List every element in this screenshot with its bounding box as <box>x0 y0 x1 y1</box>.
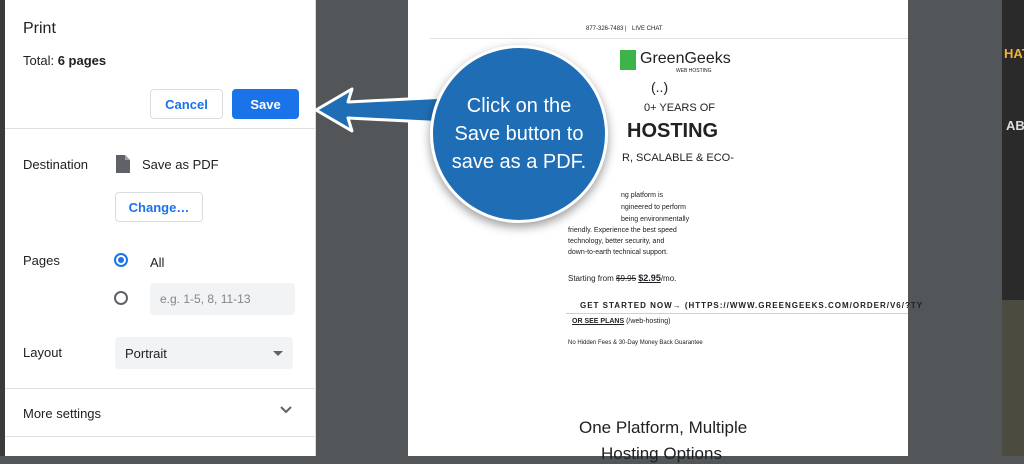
print-title: Print <box>23 20 56 37</box>
greengeeks-logo-text: GreenGeeks <box>640 50 731 67</box>
dots-glyph: (..) <box>651 79 669 95</box>
old-price: $9.95 <box>616 274 637 283</box>
background-image <box>1002 300 1024 456</box>
document-icon <box>116 155 130 173</box>
pages-all-label: All <box>150 255 165 270</box>
cancel-button[interactable]: Cancel <box>150 89 223 119</box>
total-value: 6 pages <box>57 53 107 68</box>
total-pages: Total: 6 pages <box>23 53 106 68</box>
guarantee-text: No Hidden Fees & 30-Day Money Back Guara… <box>568 340 703 346</box>
total-label: Total: <box>23 53 55 68</box>
tagline-text: R, SCALABLE & ECO- <box>622 152 734 164</box>
header-rule <box>430 38 908 39</box>
callout-bubble: Click on the Save button to save as a PD… <box>430 45 608 223</box>
greengeeks-logo-icon <box>620 50 636 70</box>
pages-label: Pages <box>23 253 60 268</box>
caret-down-icon <box>273 350 283 356</box>
pricing-line: Starting from $9.95 $2.95/mo. <box>568 273 676 283</box>
hosting-heading: HOSTING <box>627 120 719 142</box>
body-line-1: ng platform is <box>621 192 664 199</box>
web-hosting-link: (/web-hosting) <box>626 318 671 325</box>
layout-label: Layout <box>23 345 63 360</box>
phone-number: 877-326-7483 | <box>586 26 627 32</box>
pages-range-input[interactable] <box>150 283 295 315</box>
destination-label: Destination <box>23 157 89 172</box>
divider <box>5 436 315 437</box>
print-panel: Print Total: 6 pages Cancel Save Destina… <box>5 0 316 456</box>
years-text: 0+ YEARS OF <box>644 102 716 114</box>
body-line-4: friendly. Experience the best speed <box>568 227 677 234</box>
pages-all-radio[interactable] <box>114 253 128 267</box>
new-price: $2.95 <box>638 273 661 283</box>
layout-value: Portrait <box>125 345 167 361</box>
section-heading-2: Hosting Options <box>601 444 722 463</box>
live-chat-label: LIVE CHAT <box>632 26 663 32</box>
starting-from: Starting from <box>568 274 614 283</box>
get-started-link[interactable]: GET STARTED NOW→ (HTTPS://WWW.GREENGEEKS… <box>580 301 923 310</box>
callout-text: Click on the Save button to save as a PD… <box>451 95 587 173</box>
per-month: /mo. <box>660 274 677 283</box>
background-webpage: HAT AB <box>1002 0 1024 456</box>
background-text-2: AB <box>1006 118 1024 133</box>
body-line-3: being environmentally <box>621 216 690 223</box>
destination-value: Save as PDF <box>142 157 219 172</box>
chevron-down-icon[interactable] <box>279 403 293 417</box>
see-plans-link[interactable]: OR SEE PLANS <box>572 318 624 325</box>
body-line-6: down-to-earth technical support. <box>568 249 668 256</box>
body-line-5: technology, better security, and <box>568 238 665 245</box>
change-destination-button[interactable]: Change… <box>115 192 203 222</box>
body-line-2: ngineered to perform <box>621 204 686 211</box>
more-settings-toggle[interactable]: More settings <box>23 406 101 421</box>
divider <box>5 128 315 129</box>
save-button[interactable]: Save <box>232 89 299 119</box>
pages-custom-radio[interactable] <box>114 291 128 305</box>
background-text-1: HAT <box>1004 46 1024 61</box>
logo-subtitle: WEB HOSTING <box>676 68 712 74</box>
link-rule <box>566 313 908 314</box>
section-heading-1: One Platform, Multiple <box>579 418 748 437</box>
layout-select[interactable]: Portrait <box>115 337 293 369</box>
divider <box>5 388 315 389</box>
see-plans-line: OR SEE PLANS (/web-hosting) <box>572 318 670 325</box>
